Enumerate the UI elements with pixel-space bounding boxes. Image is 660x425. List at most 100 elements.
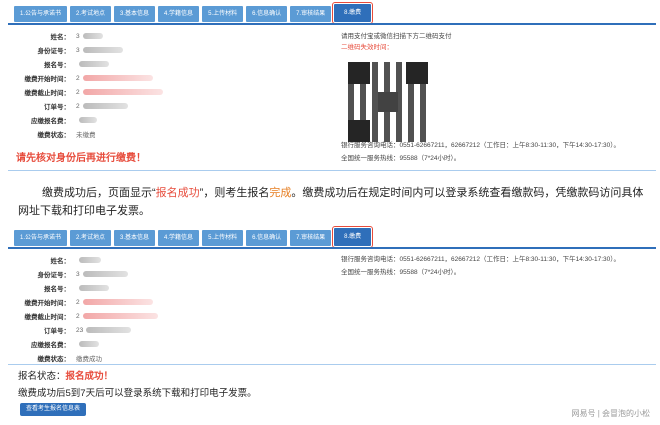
qr-expire-time: 二维码失效时间： [341,44,393,51]
view-registration-form-button[interactable]: 查看考生报名信息表 [20,403,87,416]
hotline-text: 全国统一服务热线：95588（7*24小时）。 [341,269,461,276]
info-value: 2 [76,299,153,306]
redacted-mask [82,270,128,277]
tab-step-6[interactable]: 6.信息确认 [246,230,288,246]
info-value: 2 [76,89,163,96]
tab-step-8[interactable]: 8.缴费 [332,226,374,248]
tab-step-1[interactable]: 1.公告与承诺书 [14,230,68,246]
info-value: 3 [76,271,128,278]
candidate-info: 姓名： 3 身份证号： 3 报名号： 缴费开始时间： 2 缴费截止时间： 2 订单号： 2 应缴报名费… [14,29,304,141]
info-label: 身份证号： [37,272,71,279]
redacted-mask [86,326,132,333]
redacted-mask [82,88,163,95]
step-tabs: 1.公告与承诺书 2.考试地点 3.基本信息 4.学籍信息 5.上传材料 6.信息确认 7.… [14,2,374,24]
tab-step-2[interactable]: 2.考试地点 [70,230,112,246]
info-value-text: 2 [76,88,80,96]
redacted-mask [79,256,101,263]
redacted-mask [82,46,123,53]
explanation-paragraph: 缴费成功后，页面显示“报名成功”，则考生报名完成。缴费成功后在规定时间内可以登录… [18,184,648,220]
info-label: 身份证号： [37,48,71,55]
info-row: 应缴报名费： [14,113,304,127]
info-row: 应缴报名费： [14,337,304,351]
verify-warning: 请先核对身份后再进行缴费！ [16,153,146,164]
tab-step-7[interactable]: 7.审核结果 [290,230,332,246]
registration-status: 报名状态：报名成功！ [18,368,113,382]
info-value-text: 23 [76,326,84,334]
info-label: 订单号： [44,104,70,111]
watermark: 网易号 | 会冒泡的小松 [571,409,650,418]
tab-underline [8,247,656,249]
info-value: 3 [76,47,123,54]
info-value-text: 2 [76,298,80,306]
info-row: 报名号： [14,281,304,295]
info-row: 缴费截止时间： 2 [14,85,304,99]
info-row: 报名号： [14,57,304,71]
info-value [76,340,99,348]
hotline-text: 全国统一服务热线：95588（7*24小时）。 [341,155,461,162]
redacted-mask [82,298,153,305]
info-row: 缴费状态： 未缴费 [14,127,304,141]
info-value-text: 3 [76,32,80,40]
candidate-info: 姓名： 身份证号： 3 报名号： 缴费开始时间： 2 缴费截止时间： 2 订单号： 23 应缴报名费… [14,253,304,365]
bank-phone-text: 银行服务咨询电话：0551-62667211，62667212（工作日：上午8:… [341,142,621,149]
info-value: 未缴费 [76,129,96,139]
para-part: ”，则考生报名 [199,187,270,199]
tab-step-6[interactable]: 6.信息确认 [246,6,288,22]
info-row: 缴费状态： 缴费成功 [14,351,304,365]
info-label: 缴费开始时间： [24,300,71,307]
info-value [76,60,109,68]
tab-step-5[interactable]: 5.上传材料 [202,230,244,246]
invoice-download-tip: 缴费成功后5到7天后可以登录系统下载和打印电子发票。 [18,388,257,399]
info-row: 身份证号： 3 [14,43,304,57]
payment-qr-section: 请用支付宝或微信扫描下方二维码支付 二维码失效时间： [341,30,641,52]
info-row: 缴费开始时间： 2 [14,295,304,309]
tab-step-5[interactable]: 5.上传材料 [202,6,244,22]
tab-step-7[interactable]: 7.审核结果 [290,6,332,22]
info-row: 姓名： 3 [14,29,304,43]
status-label: 报名状态： [18,371,66,382]
info-row: 缴费截止时间： 2 [14,309,304,323]
redacted-mask [79,60,109,67]
payment-panel-paid: 1.公告与承诺书 2.考试地点 3.基本信息 4.学籍信息 5.上传材料 6.信息确认 7.… [8,226,656,420]
tab-step-2[interactable]: 2.考试地点 [70,6,112,22]
step-tabs: 1.公告与承诺书 2.考试地点 3.基本信息 4.学籍信息 5.上传材料 6.信息确认 7.… [14,226,374,248]
redacted-mask [82,312,158,319]
payment-qr-code[interactable] [348,62,428,142]
info-value: 3 [76,33,103,40]
tab-step-4[interactable]: 4.学籍信息 [158,6,200,22]
info-label: 应缴报名费： [31,118,70,125]
bank-contact-info: 银行服务咨询电话：0551-62667211，62667212（工作日：上午8:… [341,255,641,281]
info-label: 姓名： [50,34,71,41]
tab-step-3[interactable]: 3.基本信息 [114,230,156,246]
info-value-text: 2 [76,74,80,82]
info-label: 缴费开始时间： [24,76,71,83]
info-row: 身份证号： 3 [14,267,304,281]
info-row: 订单号： 2 [14,99,304,113]
info-value [76,256,101,264]
info-value: 缴费成功 [76,353,102,363]
tab-step-8[interactable]: 8.缴费 [332,2,374,24]
info-row: 缴费开始时间： 2 [14,71,304,85]
payment-panel-unpaid: 1.公告与承诺书 2.考试地点 3.基本信息 4.学籍信息 5.上传材料 6.信息确认 7.… [8,2,656,176]
info-value [76,284,109,292]
tab-step-1[interactable]: 1.公告与承诺书 [14,6,68,22]
redacted-mask [79,116,97,123]
info-value: 2 [76,75,153,82]
info-value [76,116,97,124]
pay-instruction: 请用支付宝或微信扫描下方二维码支付 [341,33,452,40]
info-value-text: 3 [76,270,80,278]
info-value: 2 [76,103,128,110]
para-part: 缴费成功后，页面显示“ [42,187,156,199]
redacted-mask [82,74,153,81]
info-value-text: 2 [76,312,80,320]
tab-step-3[interactable]: 3.基本信息 [114,6,156,22]
info-label: 缴费截止时间： [24,90,71,97]
tab-step-4[interactable]: 4.学籍信息 [158,230,200,246]
bank-phone-text: 银行服务咨询电话：0551-62667211，62667212（工作日：上午8:… [341,256,621,263]
info-value: 2 [76,313,158,320]
info-label: 订单号： [44,328,70,335]
info-label: 缴费截止时间： [24,314,71,321]
info-label: 姓名： [50,258,71,265]
status-value: 报名成功！ [65,371,114,382]
info-row: 订单号： 23 [14,323,304,337]
